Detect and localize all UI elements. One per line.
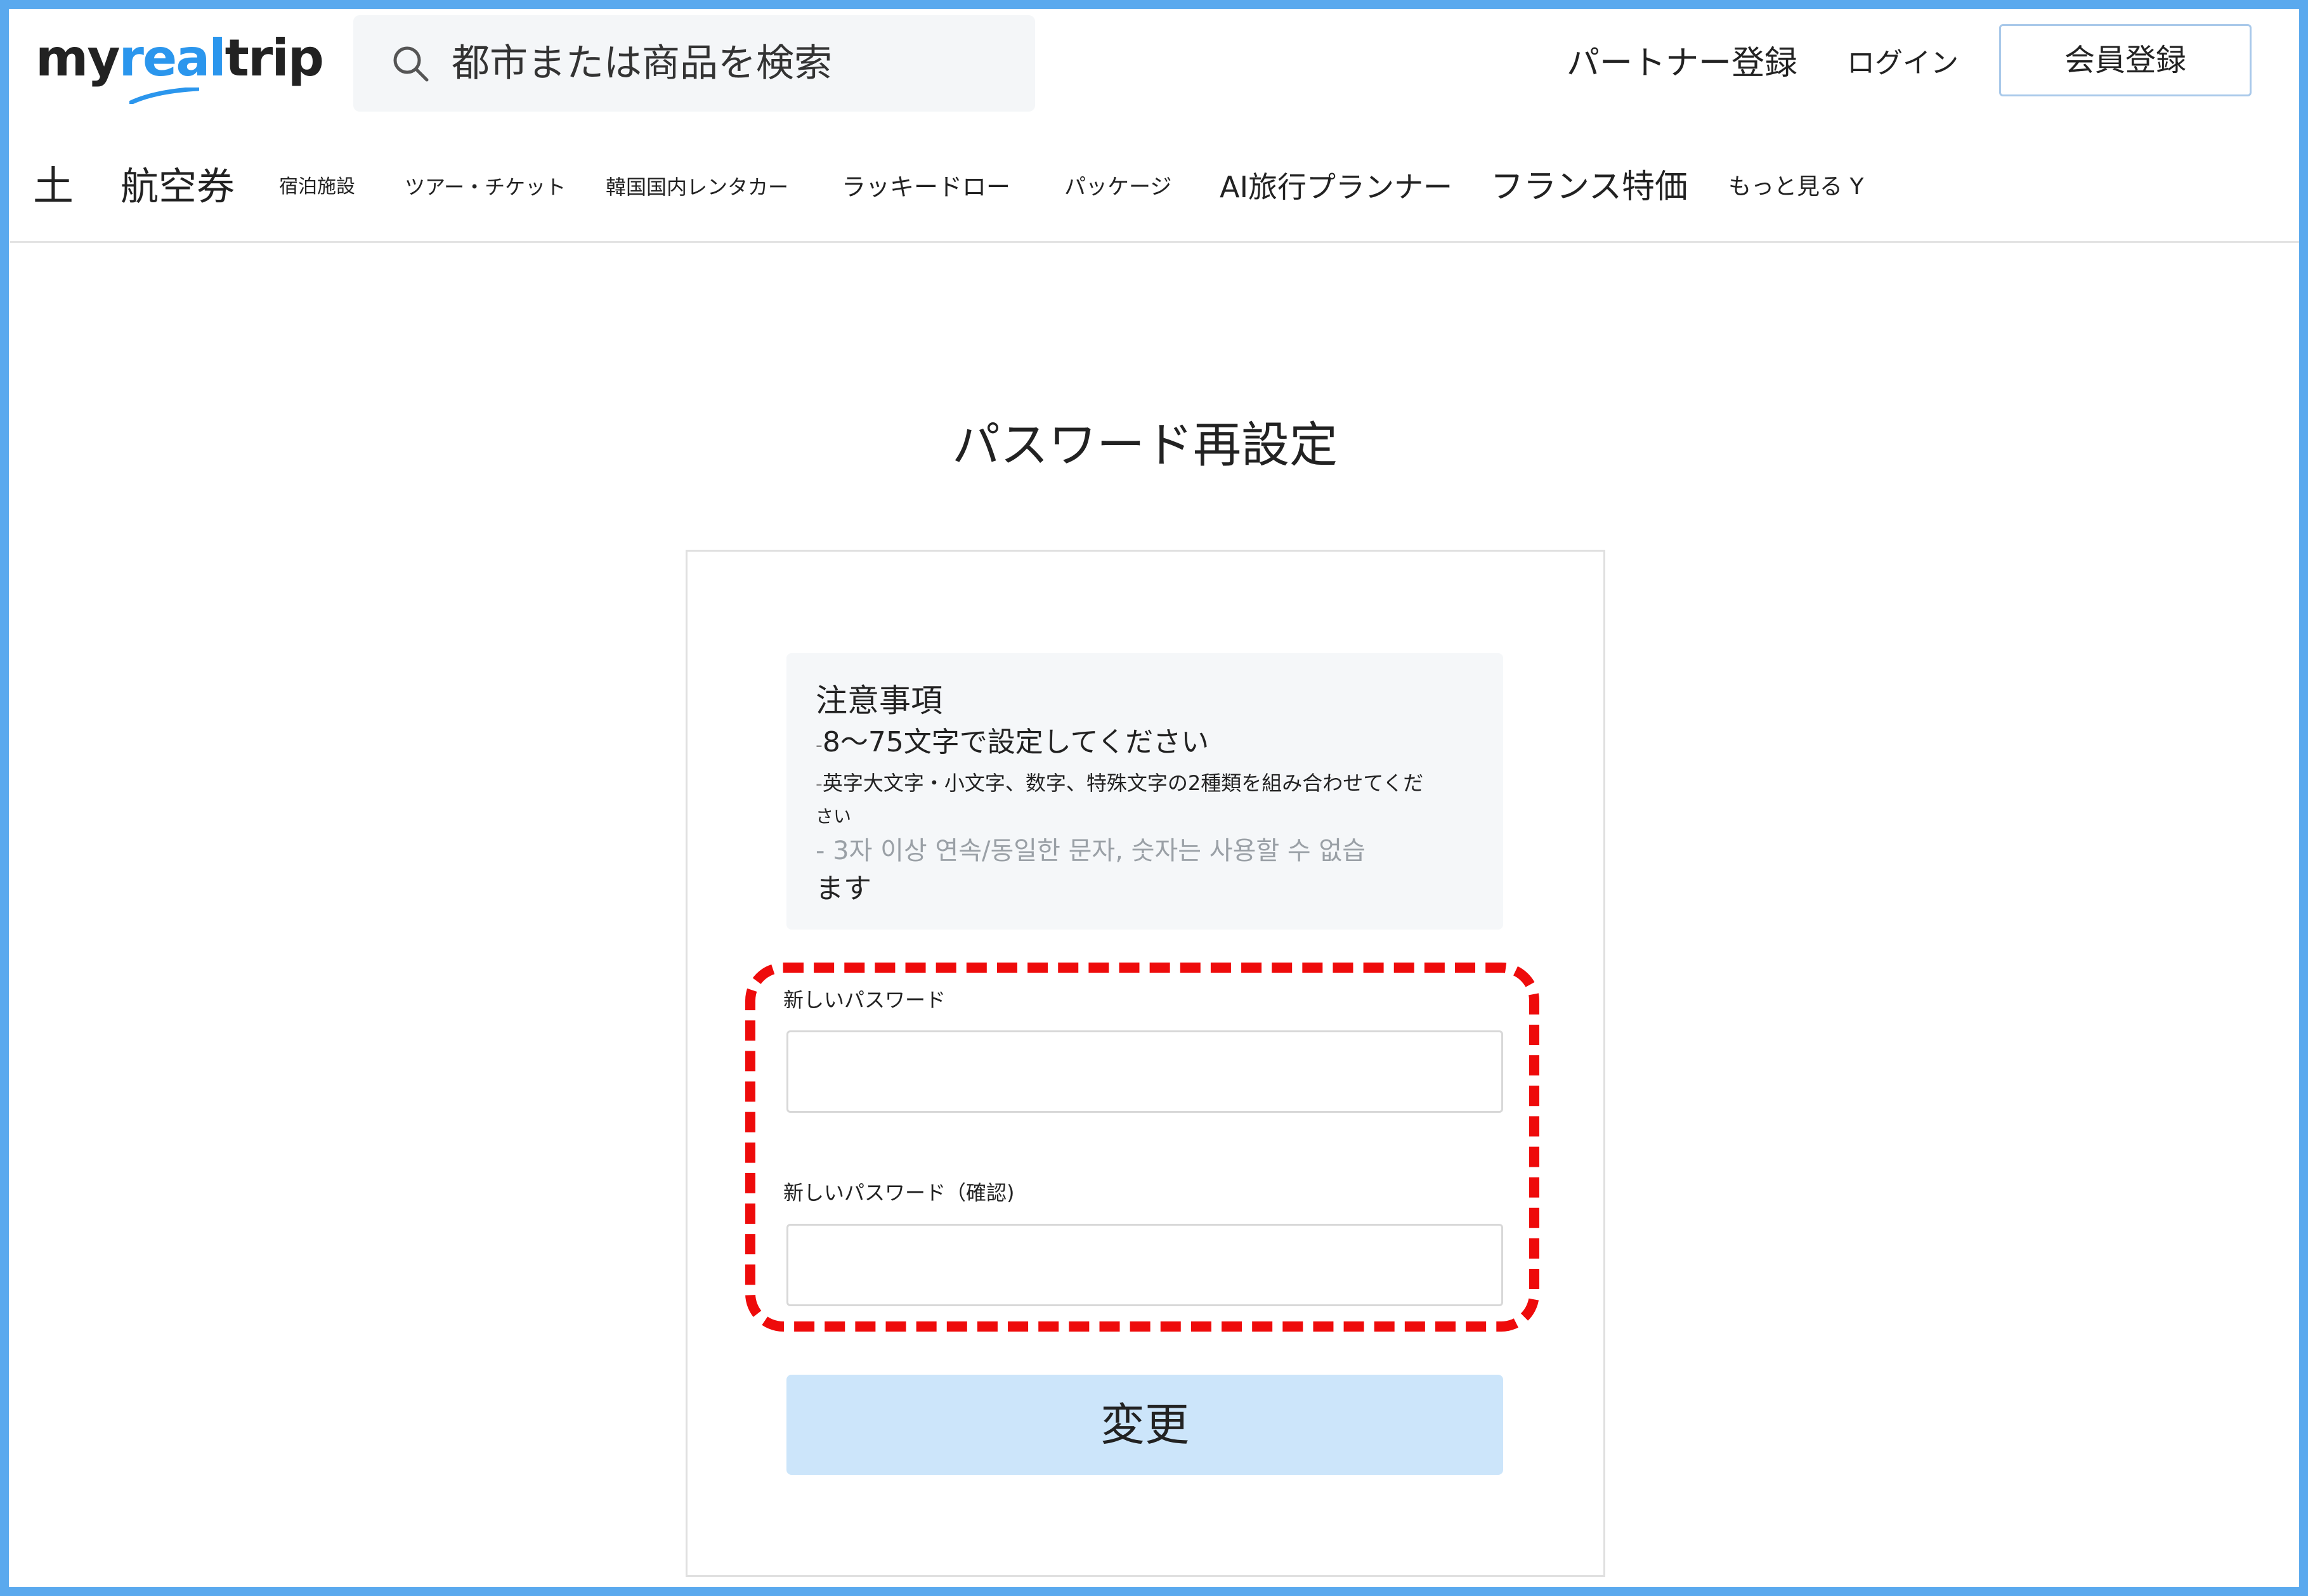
notice-title: 注意事項 (816, 682, 942, 719)
notice-dash: - (816, 734, 823, 756)
nav-item-more[interactable]: もっと見る Y (1728, 146, 1863, 228)
search-placeholder: 都市または商品を検索 (452, 41, 832, 86)
search-bar[interactable]: 都市または商品を検索 (353, 15, 1035, 112)
signup-button[interactable]: 会員登録 (1999, 24, 2252, 96)
partner-registration-link[interactable]: パートナー登録 (1567, 32, 1797, 95)
nav-item-tours-tickets[interactable]: ツアー・チケット (405, 146, 566, 228)
notice-line-character-types-text: 英字大文字・小文字、数字、特殊文字の2種類を組み合わせてくだ (822, 771, 1424, 795)
logo-text-my: my (36, 29, 121, 88)
notice-dash: - (816, 773, 823, 795)
nav-item-rental-car[interactable]: 韓国国内レンタカー (606, 146, 788, 228)
logo-text-trip: trip (225, 29, 324, 88)
nav-item-home[interactable]: 土 (33, 146, 74, 228)
notice-line-sequence: - 3자 이상 연속/동일한 문자, 숫자는 사용할 수 없습 (816, 836, 1366, 866)
notice-line-character-types-wrap: さい (816, 806, 852, 827)
login-link[interactable]: ログイン (1847, 32, 1959, 95)
nav-divider (10, 241, 2299, 243)
nav-item-accommodation[interactable]: 宿泊施設 (279, 146, 355, 228)
search-icon (393, 46, 429, 82)
myrealtrip-logo[interactable]: myrealtrip (36, 27, 324, 104)
confirm-password-input[interactable] (786, 1224, 1503, 1306)
logo-swoosh-icon (129, 88, 199, 104)
new-password-input[interactable] (786, 1030, 1503, 1113)
nav-item-lucky-draw[interactable]: ラッキードロー (842, 146, 1010, 228)
new-password-label: 新しいパスワード (783, 988, 946, 1012)
nav-item-package[interactable]: パッケージ (1064, 146, 1171, 228)
nav-item-france-deal[interactable]: フランス特価 (1490, 146, 1688, 228)
logo-text-real: real (119, 29, 226, 88)
category-nav: 土 航空券 宿泊施設 ツアー・チケット 韓国国内レンタカー ラッキードロー パッ… (0, 146, 2308, 241)
notice-line-character-types: -英字大文字・小文字、数字、特殊文字の2種類を組み合わせてくだ (816, 765, 1474, 802)
notice-line-sequence-wrap: ます (816, 873, 871, 905)
notice-box: 注意事項 -8〜75文字で設定してください -英字大文字・小文字、数字、特殊文字… (786, 653, 1503, 930)
notice-line-length-text: 8〜75文字で設定してください (822, 726, 1209, 758)
nav-item-ai-planner[interactable]: AI旅行プランナー (1220, 146, 1452, 228)
notice-line-length: -8〜75文字で設定してください (816, 723, 1474, 765)
change-password-button[interactable]: 変更 (786, 1375, 1503, 1475)
nav-item-flights[interactable]: 航空券 (121, 146, 235, 228)
page-title: パスワード再設定 (952, 417, 1338, 473)
confirm-password-label: 新しいパスワード（確認) (783, 1181, 1015, 1205)
